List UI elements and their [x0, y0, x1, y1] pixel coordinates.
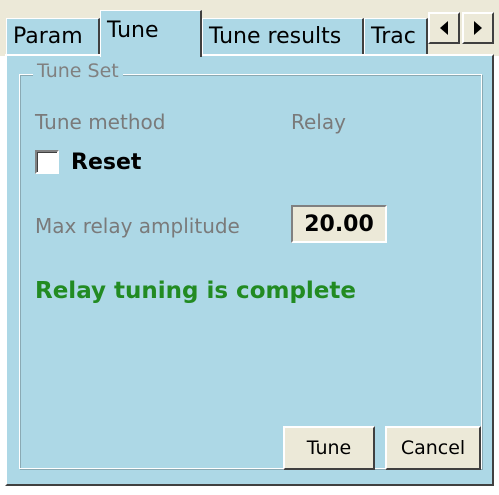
max-relay-amplitude-label: Max relay amplitude	[35, 214, 240, 238]
tab-param[interactable]: Param	[6, 18, 100, 54]
group-title: Tune Set	[33, 60, 123, 82]
reset-label[interactable]: Reset	[71, 150, 141, 175]
tab-trac[interactable]: Trac	[364, 18, 428, 54]
tab-tune[interactable]: Tune	[100, 10, 202, 57]
tab-scroll-right-button[interactable]	[462, 12, 494, 44]
tune-method-value: Relay	[291, 110, 346, 134]
tune-panel: Tune Set Tune method Relay Reset Max rel…	[5, 54, 494, 486]
tune-button[interactable]: Tune	[283, 426, 375, 470]
max-relay-amplitude-field[interactable]: 20.00	[291, 205, 387, 243]
tune-method-label: Tune method	[35, 110, 166, 134]
status-message: Relay tuning is complete	[35, 278, 357, 304]
tab-tune-results[interactable]: Tune results	[202, 18, 364, 54]
tab-strip: Param Tune Tune results Trac	[0, 0, 499, 57]
reset-checkbox[interactable]	[35, 150, 59, 174]
cancel-button[interactable]: Cancel	[385, 426, 481, 470]
triangle-right-icon	[474, 21, 482, 35]
triangle-left-icon	[440, 21, 448, 35]
tab-scroll-left-button[interactable]	[428, 12, 460, 44]
